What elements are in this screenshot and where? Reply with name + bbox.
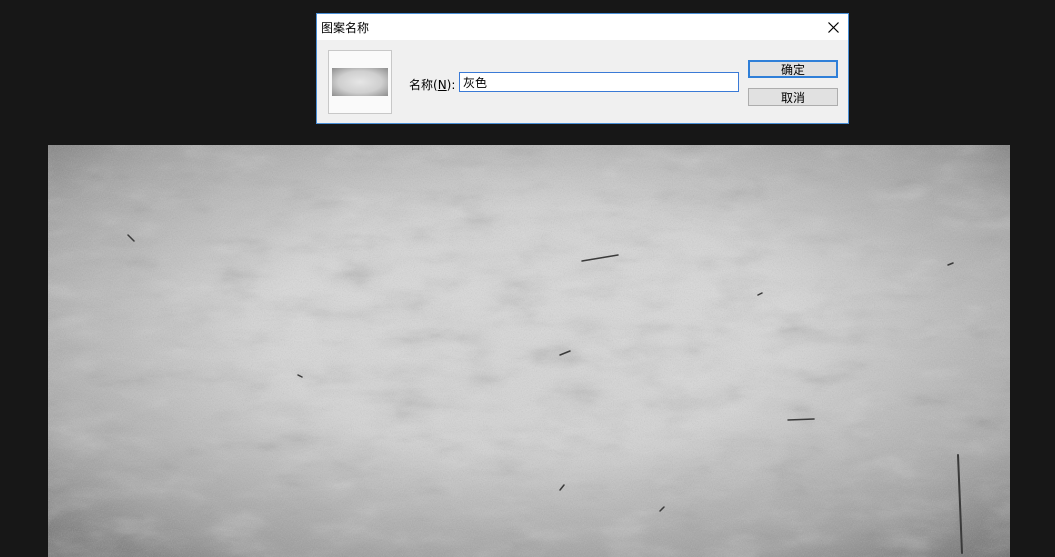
texture-canvas: [48, 145, 1010, 557]
name-label-mnemonic: N: [437, 78, 447, 92]
dialog-title: 图案名称: [321, 21, 370, 35]
close-icon: [827, 21, 839, 33]
cancel-button[interactable]: 取消: [748, 88, 838, 106]
name-field-label: 名称(N):: [409, 76, 455, 93]
name-label-text: 名称(: [409, 78, 438, 92]
name-label-suffix: ):: [446, 78, 456, 92]
close-button[interactable]: [818, 14, 848, 40]
ok-button[interactable]: 确定: [748, 60, 838, 78]
concrete-texture-image: [48, 145, 1010, 557]
pattern-preview: [328, 50, 392, 114]
pattern-thumbnail: [332, 68, 388, 96]
pattern-name-dialog: 图案名称 名称(N): 确定 取消: [316, 13, 849, 124]
name-input[interactable]: [459, 72, 739, 92]
dialog-titlebar[interactable]: 图案名称: [317, 14, 848, 40]
